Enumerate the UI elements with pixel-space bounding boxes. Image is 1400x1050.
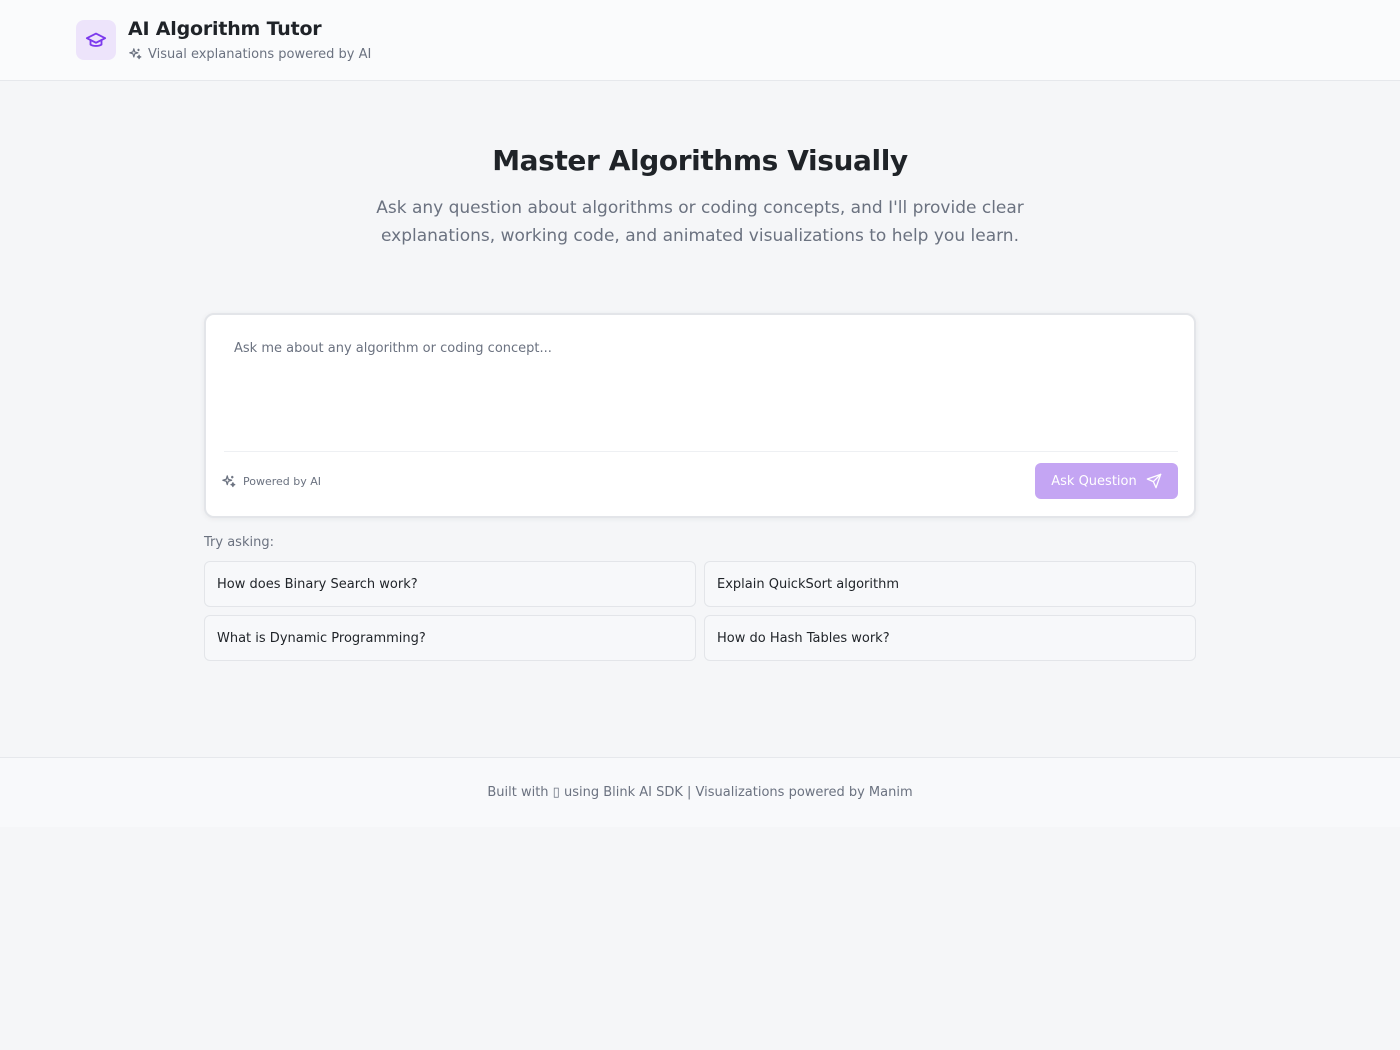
send-icon [1146, 473, 1162, 489]
app-header: AI Algorithm Tutor Visual explanations p… [0, 0, 1400, 81]
powered-by-label: Powered by AI [243, 474, 322, 488]
suggestion-quicksort[interactable]: Explain QuickSort algorithm [704, 561, 1196, 607]
footer-text: Built with ▯ using Blink AI SDK | Visual… [487, 785, 913, 800]
app-subtitle: Visual explanations powered by AI [128, 46, 371, 62]
logo [76, 20, 116, 60]
suggestion-label: How does Binary Search work? [217, 576, 418, 592]
suggestion-dynamic-programming[interactable]: What is Dynamic Programming? [204, 615, 696, 661]
sparkles-icon [129, 48, 142, 60]
suggestion-label: How do Hash Tables work? [717, 630, 890, 646]
hero-description: Ask any question about algorithms or cod… [376, 198, 1024, 246]
card-divider [224, 451, 1178, 452]
app-title: AI Algorithm Tutor [128, 18, 322, 40]
app-subtitle-text: Visual explanations powered by AI [148, 46, 372, 62]
question-card: Powered by AI Ask Question [204, 313, 1196, 518]
suggestion-label: Explain QuickSort algorithm [717, 576, 899, 592]
suggestion-hash-tables[interactable]: How do Hash Tables work? [704, 615, 1196, 661]
sparkles-icon [222, 474, 236, 487]
ask-question-button[interactable]: Ask Question [1035, 463, 1178, 499]
page-footer: Built with ▯ using Blink AI SDK | Visual… [0, 757, 1400, 827]
graduation-cap-icon [85, 32, 107, 47]
question-input[interactable] [224, 329, 1174, 449]
powered-by-ai: Powered by AI [221, 473, 321, 489]
try-asking-label: Try asking: [204, 535, 274, 550]
suggestion-binary-search[interactable]: How does Binary Search work? [204, 561, 696, 607]
ask-question-label: Ask Question [1051, 473, 1137, 489]
suggestion-label: What is Dynamic Programming? [217, 630, 426, 646]
hero-title: Master Algorithms Visually [492, 144, 908, 177]
